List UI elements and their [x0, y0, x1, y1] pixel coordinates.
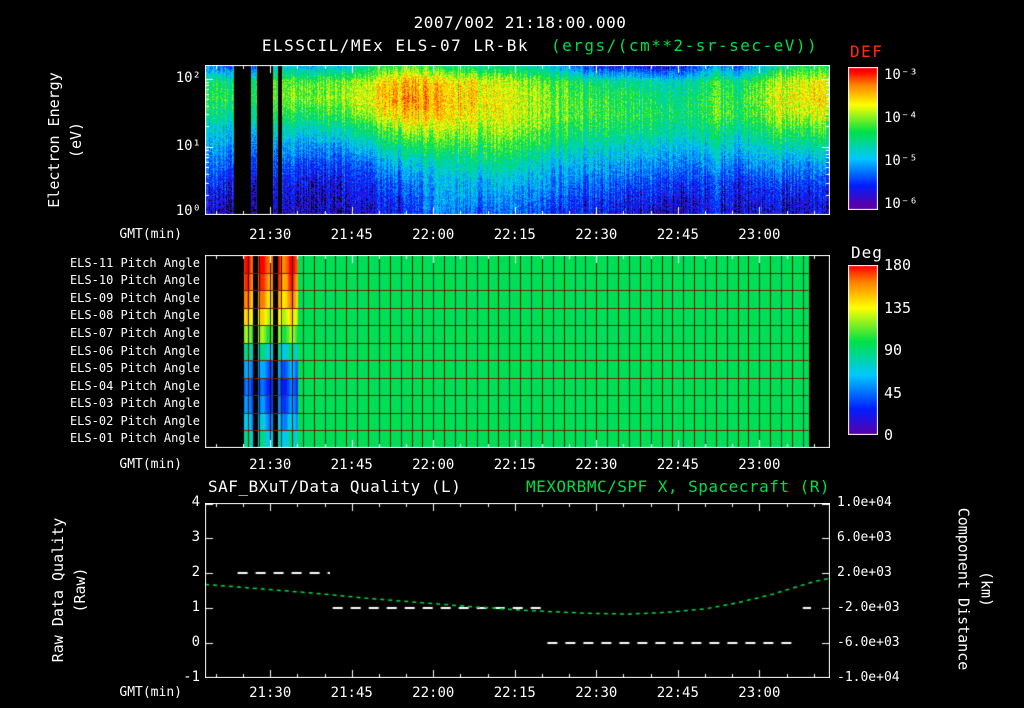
- pitch-row-label: ELS-05 Pitch Angle: [69, 361, 200, 376]
- x-tick-label-bottom: 22:45: [656, 685, 699, 701]
- deg-colorbar: [848, 265, 878, 435]
- distance-series-title: MEXORBMC/SPF X, Spacecraft (R): [526, 477, 830, 496]
- deg-colorbar-tick-label: 45: [884, 383, 903, 402]
- deg-colorbar-title: Deg: [851, 243, 883, 262]
- pitch-row-label: ELS-08 Pitch Angle: [69, 308, 200, 323]
- distance-y-tick-label: 1.0e+04: [837, 495, 892, 510]
- spec-y-tick-label: 10¹: [175, 137, 201, 154]
- x-tick-label-top: 22:30: [575, 227, 618, 243]
- plot-page: 2007/002 21:18:00.000 ELSSCIL/MEx ELS-07…: [0, 0, 1024, 708]
- quality-y-tick-label: 0: [191, 634, 200, 650]
- def-colorbar-tick-label: 10⁻⁶: [884, 196, 918, 212]
- plot-subtitle: ELSSCIL/MEx ELS-07 LR-Bk (ergs/(cm**2-sr…: [262, 37, 818, 55]
- x-tick-label-middle: 23:00: [738, 457, 781, 473]
- pitch-row-label: ELS-02 Pitch Angle: [69, 413, 200, 428]
- pitch-row-label: ELS-03 Pitch Angle: [69, 396, 200, 411]
- pitch-row-label: ELS-09 Pitch Angle: [69, 290, 200, 305]
- spec-y-axis-label: Electron Energy: [44, 72, 63, 208]
- x-tick-label-middle: 22:45: [656, 457, 699, 473]
- quality-y-tick-label: 3: [191, 529, 200, 545]
- distance-y-tick-label: 2.0e+03: [837, 565, 892, 580]
- def-colorbar-tick-label: 10⁻⁴: [884, 110, 918, 126]
- x-tick-label-top: 21:30: [249, 227, 292, 243]
- page-title: 2007/002 21:18:00.000: [413, 13, 627, 32]
- distance-y-axis-units: (km): [977, 570, 996, 608]
- pitch-row-label: ELS-11 Pitch Angle: [69, 255, 200, 270]
- x-tick-label-top: 22:15: [493, 227, 536, 243]
- distance-y-axis-label: Component Distance: [954, 507, 973, 671]
- pitch-row-label: ELS-10 Pitch Angle: [69, 273, 200, 288]
- pitch-row-label: ELS-06 Pitch Angle: [69, 343, 200, 358]
- spec-y-tick-label: 10⁰: [175, 203, 201, 219]
- x-tick-label-bottom: 21:30: [249, 685, 292, 701]
- pitch-row-label: ELS-07 Pitch Angle: [69, 325, 200, 340]
- def-colorbar-tick-label: 10⁻⁵: [884, 153, 918, 169]
- x-tick-label-middle: 22:15: [493, 457, 536, 473]
- def-colorbar-tick-label: 10⁻³: [884, 67, 918, 83]
- pitch-row-label: ELS-01 Pitch Angle: [69, 431, 200, 446]
- deg-colorbar-tick-label: 180: [884, 256, 912, 274]
- quality-y-axis-label: Raw Data Quality: [48, 517, 67, 663]
- gmt-axis-label-top: GMT(min): [119, 227, 182, 242]
- distance-y-tick-label: -2.0e+03: [837, 600, 900, 615]
- x-tick-label-top: 22:00: [412, 227, 455, 243]
- distance-y-tick-label: 6.0e+03: [837, 530, 892, 545]
- x-tick-label-middle: 21:30: [249, 457, 292, 473]
- x-tick-label-bottom: 22:15: [493, 685, 536, 701]
- x-tick-label-bottom: 21:45: [330, 685, 373, 701]
- def-colorbar: [848, 67, 878, 210]
- quality-y-tick-label: 2: [191, 564, 200, 580]
- x-tick-label-bottom: 22:00: [412, 685, 455, 701]
- x-tick-label-top: 21:45: [330, 227, 373, 243]
- gmt-axis-label-bottom: GMT(min): [119, 685, 182, 700]
- quality-series-title: SAF_BXuT/Data Quality (L): [208, 477, 462, 496]
- gmt-axis-label-middle: GMT(min): [119, 457, 182, 472]
- def-colorbar-title: DEF: [850, 42, 884, 61]
- x-tick-label-middle: 21:45: [330, 457, 373, 473]
- deg-colorbar-tick-label: 0: [884, 426, 894, 444]
- units-label: (ergs/(cm**2-sr-sec-eV)): [551, 36, 819, 55]
- x-tick-label-middle: 22:30: [575, 457, 618, 473]
- x-tick-label-bottom: 22:30: [575, 685, 618, 701]
- pitch-angle-canvas: [205, 255, 830, 448]
- instrument-title: ELSSCIL/MEx ELS-07 LR-Bk: [261, 36, 529, 55]
- distance-y-tick-label: -1.0e+04: [837, 670, 900, 685]
- spec-y-tick-label: 10²: [175, 69, 201, 86]
- distance-y-tick-label: -6.0e+03: [837, 635, 900, 650]
- deg-colorbar-tick-label: 135: [884, 298, 912, 317]
- quality-y-tick-label: 4: [191, 494, 200, 510]
- x-tick-label-top: 23:00: [738, 227, 781, 243]
- x-tick-label-bottom: 23:00: [738, 685, 781, 701]
- x-tick-label-top: 22:45: [656, 227, 699, 243]
- quality-distance-canvas: [205, 503, 830, 678]
- deg-colorbar-tick-label: 90: [884, 341, 903, 359]
- x-tick-label-middle: 22:00: [412, 457, 455, 473]
- quality-y-axis-units: (Raw): [70, 567, 89, 613]
- quality-y-tick-label: 1: [191, 599, 200, 615]
- pitch-row-label: ELS-04 Pitch Angle: [69, 378, 200, 393]
- spec-y-axis-units: (eV): [66, 121, 85, 159]
- quality-y-tick-label: -1: [183, 669, 200, 685]
- electron-energy-spectrogram-canvas: [205, 65, 830, 215]
